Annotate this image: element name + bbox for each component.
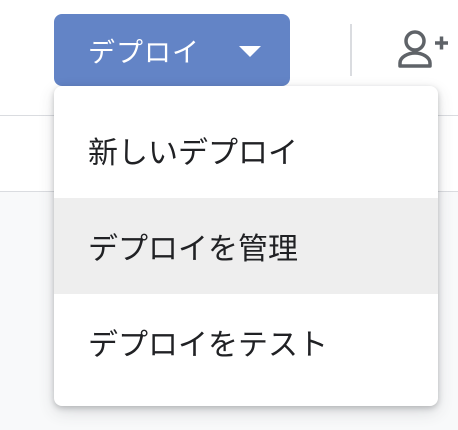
toolbar-separator [350,24,352,76]
menu-item-test-deployments[interactable]: デプロイをテスト [54,294,438,390]
deploy-button-label: デプロイ [88,37,200,69]
deploy-dropdown-menu: 新しいデプロイ デプロイを管理 デプロイをテスト [54,86,438,406]
person-add-icon [398,30,448,68]
menu-item-manage-deployments[interactable]: デプロイを管理 [54,198,438,294]
share-button[interactable] [396,26,450,74]
caret-down-icon [239,46,261,57]
deploy-button[interactable]: デプロイ [54,14,290,86]
menu-item-new-deployment[interactable]: 新しいデプロイ [54,102,438,198]
